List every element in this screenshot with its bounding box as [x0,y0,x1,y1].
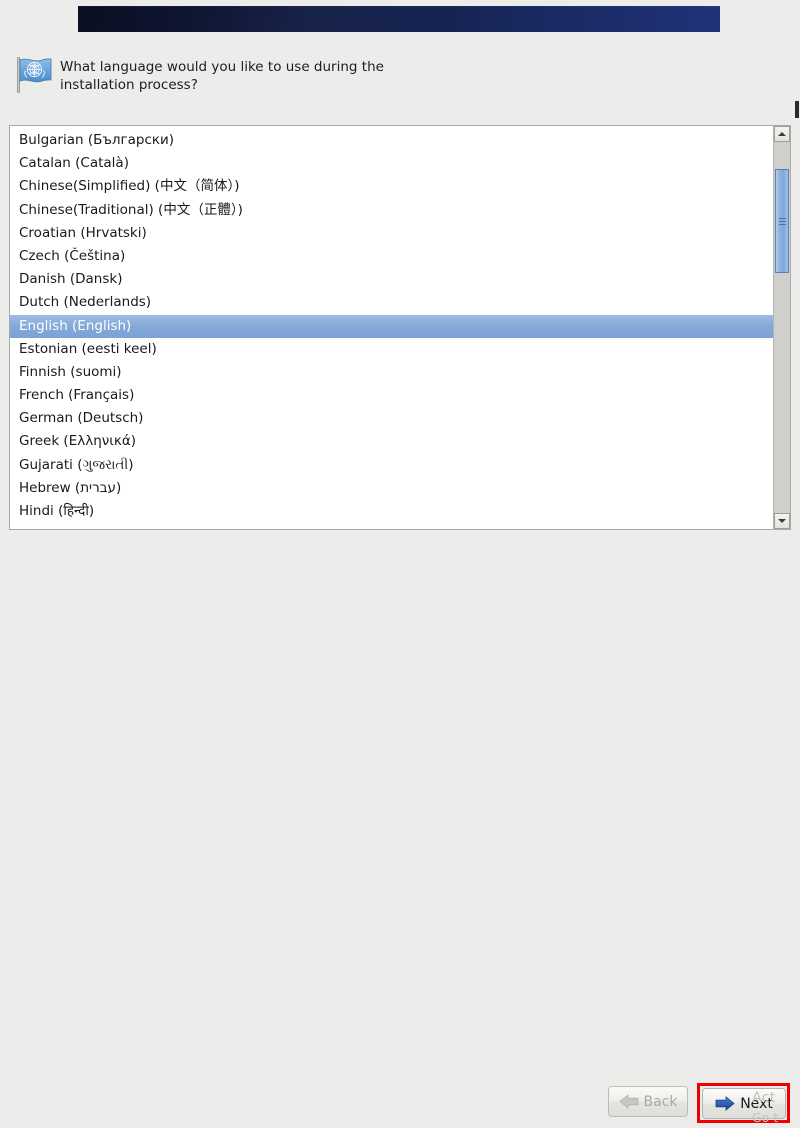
installer-banner [78,6,720,32]
vertical-scrollbar[interactable] [773,126,790,529]
list-item[interactable]: Croatian (Hrvatski) [10,222,773,245]
back-button-label: Back [643,1093,678,1110]
banner-sheen [193,6,489,32]
list-item[interactable]: Dutch (Nederlands) [10,291,773,314]
chevron-up-icon [778,132,786,136]
list-item[interactable]: Chinese(Simplified) (中文（简体）) [10,175,773,198]
list-item[interactable]: Finnish (suomi) [10,361,773,384]
list-item[interactable]: Gujarati (ગુજરાતી) [10,454,773,477]
next-button[interactable]: Next [702,1088,786,1119]
list-item[interactable]: German (Deutsch) [10,407,773,430]
question-text: What language would you like to use duri… [60,59,384,93]
scroll-down-button[interactable] [774,513,790,529]
list-item[interactable]: Czech (Čeština) [10,245,773,268]
list-item[interactable]: Chinese(Traditional) (中文（正體）) [10,199,773,222]
list-item[interactable]: Greek (Ελληνικά) [10,430,773,453]
list-item[interactable]: Estonian (eesti keel) [10,338,773,361]
language-list[interactable]: Bulgarian (Български) Catalan (Català) Chi… [10,126,773,529]
list-item[interactable]: French (Français) [10,384,773,407]
list-item[interactable]: Bulgarian (Български) [10,129,773,152]
chevron-down-icon [778,519,786,523]
question-row: What language would you like to use duri… [12,54,432,96]
list-item[interactable]: Catalan (Català) [10,152,773,175]
grip-line-icon [778,223,786,225]
list-item[interactable]: Hindi (हिन्दी) [10,500,773,523]
scrollbar-thumb[interactable] [775,169,789,273]
language-listbox[interactable]: Bulgarian (Български) Catalan (Català) Chi… [9,125,791,530]
next-button-label: Next [740,1095,773,1112]
grip-line-icon [778,220,786,222]
list-item[interactable]: Hebrew (עברית) [10,477,773,500]
arrow-right-icon [715,1096,735,1111]
screen-edge-artifact [795,101,799,118]
list-item[interactable]: English (English) [10,314,773,338]
list-item[interactable]: Danish (Dansk) [10,268,773,291]
arrow-left-icon [618,1094,638,1109]
un-flag-icon [12,54,54,96]
scroll-up-button[interactable] [774,126,790,142]
back-button[interactable]: Back [608,1086,688,1117]
footer-navigation: Back Next Act Go t [0,532,800,1125]
grip-line-icon [778,217,786,219]
